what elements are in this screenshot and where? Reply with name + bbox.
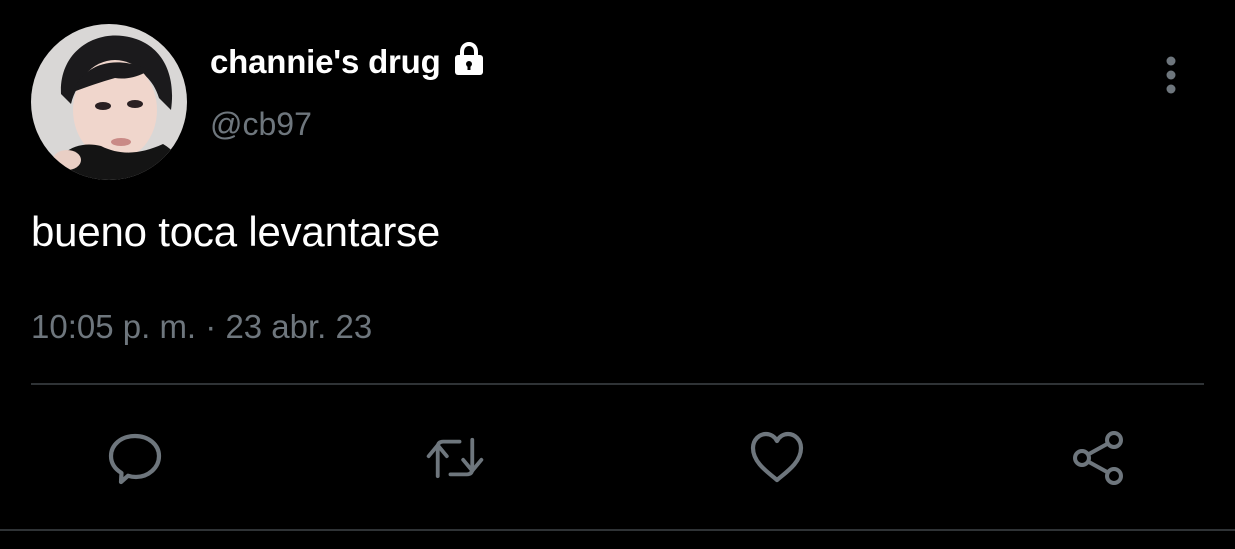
retweet-icon bbox=[426, 437, 484, 479]
reply-icon bbox=[108, 433, 162, 485]
like-button[interactable] bbox=[747, 428, 807, 488]
retweet-button[interactable] bbox=[425, 428, 485, 488]
tweet-time: 10:05 p. m. bbox=[31, 308, 197, 345]
tweet-date: 23 abr. 23 bbox=[225, 308, 373, 345]
more-vertical-icon bbox=[1166, 56, 1176, 94]
bottom-divider bbox=[0, 529, 1235, 531]
tweet-text: bueno toca levantarse bbox=[31, 208, 441, 255]
tweet-timestamp[interactable]: 10:05 p. m. · 23 abr. 23 bbox=[31, 308, 372, 346]
lock-icon bbox=[451, 41, 487, 77]
more-options-button[interactable] bbox=[1152, 52, 1192, 98]
author-name-row: channie's drug bbox=[210, 40, 487, 84]
share-icon bbox=[1073, 431, 1123, 485]
like-icon bbox=[750, 431, 804, 483]
profile-photo bbox=[31, 24, 187, 180]
share-button[interactable] bbox=[1069, 428, 1129, 488]
author-handle[interactable]: @cb97 bbox=[210, 106, 312, 143]
timestamp-separator: · bbox=[196, 308, 226, 345]
author-display-name[interactable]: channie's drug bbox=[210, 43, 441, 81]
reply-button[interactable] bbox=[105, 428, 165, 488]
divider bbox=[31, 383, 1204, 385]
avatar[interactable] bbox=[31, 24, 187, 180]
